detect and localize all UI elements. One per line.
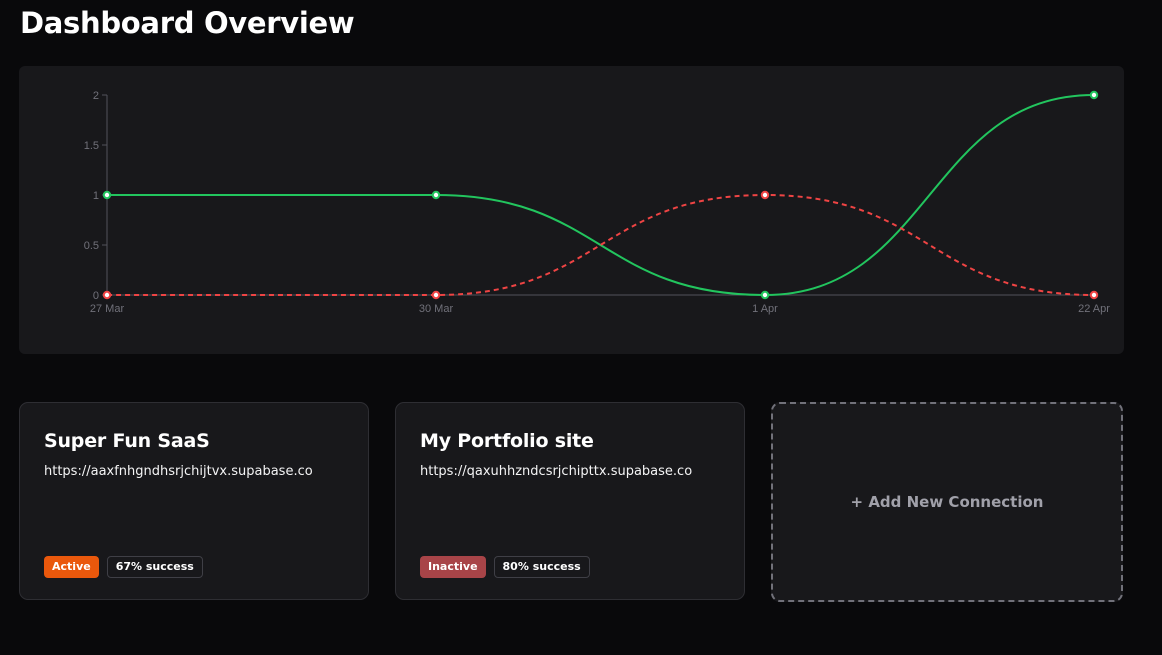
connection-name: Super Fun SaaS — [44, 430, 210, 452]
connection-card-super-fun-saas[interactable]: Super Fun SaaS https://aaxfnhgndhsrjchij… — [19, 402, 369, 600]
y-tick-label: 1 — [93, 190, 99, 202]
success-rate-badge: 67% success — [106, 556, 203, 578]
connection-url: https://qaxuhhzndcsrjchipttx.supabase.co — [420, 464, 693, 479]
x-tick-label: 22 Apr — [1078, 303, 1110, 315]
series-1-point — [760, 290, 770, 300]
y-tick-label: 0.5 — [84, 240, 99, 252]
status-badge: Active — [44, 556, 99, 578]
add-new-connection-label: + Add New Connection — [850, 493, 1044, 511]
success-rate-badge: 80% success — [493, 556, 590, 578]
connection-card-my-portfolio-site[interactable]: My Portfolio site https://qaxuhhzndcsrjc… — [395, 402, 745, 600]
y-tick-label: 1.5 — [84, 140, 99, 152]
series-2-point — [102, 290, 112, 300]
connection-url: https://aaxfnhgndhsrjchijtvx.supabase.co — [44, 464, 313, 479]
series-2-point — [760, 190, 770, 200]
add-new-connection-button[interactable]: + Add New Connection — [771, 402, 1123, 602]
series-1-line — [106, 94, 1095, 297]
activity-chart-panel: 0 0.5 1 1.5 2 27 Mar 30 Mar 1 Apr 22 Apr — [19, 66, 1124, 354]
series-1-point — [431, 190, 441, 200]
activity-line-chart: 0 0.5 1 1.5 2 27 Mar 30 Mar 1 Apr 22 Apr — [84, 90, 1111, 315]
x-tick-label: 30 Mar — [419, 303, 454, 315]
series-1-point — [102, 190, 112, 200]
series-2-point — [431, 290, 441, 300]
y-tick-label: 0 — [93, 290, 99, 302]
status-badge: Inactive — [420, 556, 486, 578]
x-tick-label: 27 Mar — [90, 303, 125, 315]
page-title: Dashboard Overview — [20, 6, 355, 40]
connection-name: My Portfolio site — [420, 430, 594, 452]
y-tick-label: 2 — [93, 90, 99, 102]
series-2-point — [1089, 290, 1099, 300]
series-1-point — [1089, 90, 1099, 100]
x-tick-label: 1 Apr — [752, 303, 778, 315]
